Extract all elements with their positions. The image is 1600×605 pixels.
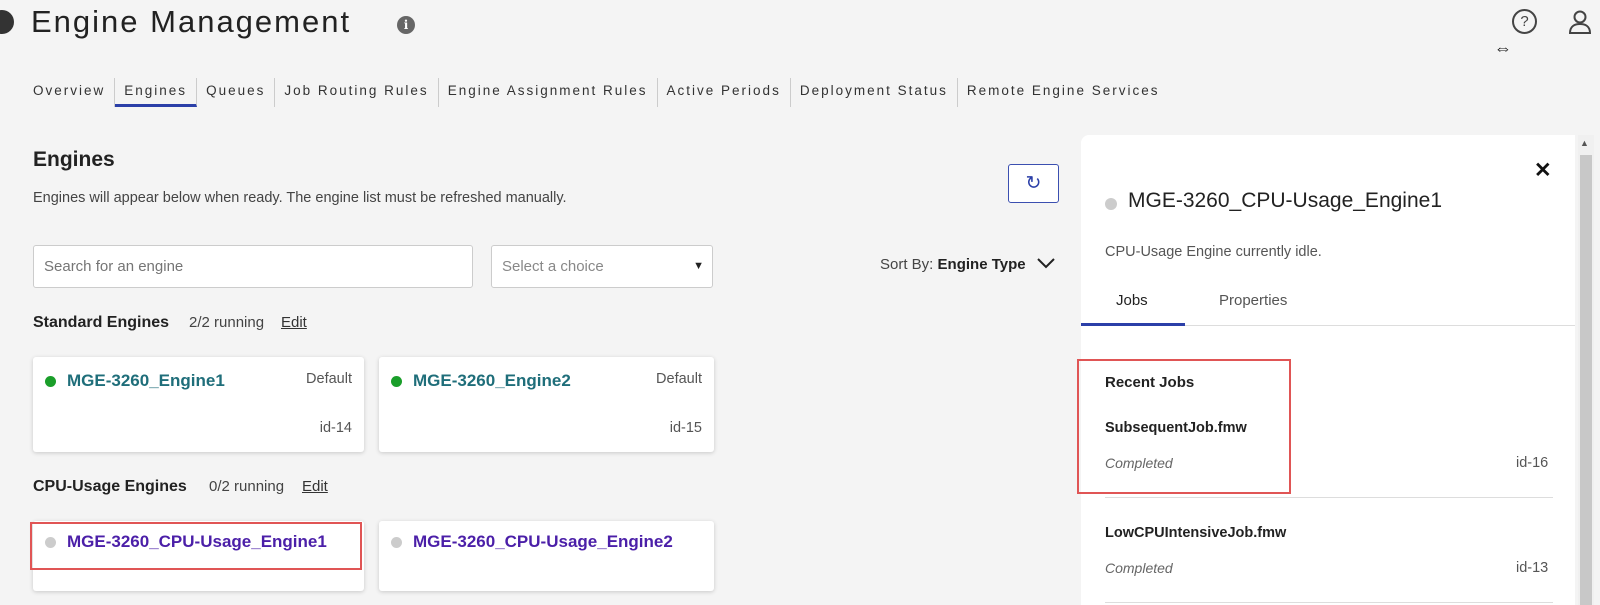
close-icon[interactable]: ✕ [1534,158,1552,183]
page-title: Engine Management [31,4,352,39]
panel-tab-jobs[interactable]: Jobs [1116,292,1148,309]
select-placeholder: Select a choice [502,258,604,275]
status-idle-icon [391,537,402,548]
job-id: id-16 [1516,455,1549,471]
standard-engines-edit-link[interactable]: Edit [281,314,307,331]
highlight-box [1077,359,1291,494]
tab-remote-engine-services[interactable]: Remote Engine Services [958,78,1169,107]
job-name[interactable]: LowCPUIntensiveJob.fmw [1105,525,1286,541]
info-icon[interactable]: i [397,16,415,34]
cpu-engines-edit-link[interactable]: Edit [302,478,328,495]
scroll-up-icon[interactable]: ▲ [1580,138,1589,148]
status-running-icon [45,376,56,387]
engine-tag: Default [306,371,352,387]
engine-card-mge-3260-engine2[interactable]: MGE-3260_Engine2 Default id-15 [379,357,714,452]
help-icon[interactable]: ? [1512,9,1537,34]
user-icon[interactable] [1567,9,1593,35]
status-idle-icon [1105,198,1117,210]
caret-down-icon: ▼ [693,260,704,272]
back-button[interactable] [0,10,14,34]
tab-active-periods[interactable]: Active Periods [658,78,791,107]
sort-value: Engine Type [937,256,1026,273]
standard-engines-heading: Standard Engines [33,314,170,331]
divider [1105,602,1553,603]
engine-id: id-15 [669,420,702,436]
active-tab-indicator [1081,323,1185,326]
refresh-button[interactable]: ↻ [1008,164,1059,203]
tab-engines[interactable]: Engines [115,78,198,107]
tab-queues[interactable]: Queues [197,78,276,107]
panel-tab-properties[interactable]: Properties [1219,292,1287,309]
standard-engines-count: 2/2 running [189,314,265,331]
job-id: id-13 [1516,560,1549,576]
tab-deployment-status[interactable]: Deployment Status [791,78,958,107]
section-subtitle: Engines will appear below when ready. Th… [33,190,567,206]
filter-select[interactable]: Select a choice ▼ [491,245,713,288]
tab-overview[interactable]: Overview [24,78,116,107]
tab-job-routing-rules[interactable]: Job Routing Rules [275,78,439,107]
divider [1105,497,1553,498]
cpu-engines-count: 0/2 running [209,478,285,495]
panel-description: CPU-Usage Engine currently idle. [1105,244,1322,260]
sort-by-control[interactable]: Sort By: Engine Type [880,256,1026,273]
engine-id: id-14 [319,420,352,436]
main-tabs: Overview Engines Queues Job Routing Rule… [24,78,1168,110]
resize-cursor-icon: ⇔ [1494,38,1512,58]
engine-card-mge-3260-engine1[interactable]: MGE-3260_Engine1 Default id-14 [33,357,364,452]
search-input[interactable] [33,245,473,288]
job-status: Completed [1105,560,1173,576]
engine-tag: Default [656,371,702,387]
status-running-icon [391,376,402,387]
sort-label: Sort By: [880,256,934,273]
scrollbar-thumb[interactable] [1580,155,1592,605]
highlight-box [30,522,362,570]
engine-name[interactable]: MGE-3260_CPU-Usage_Engine2 [413,532,673,552]
cpu-engines-heading: CPU-Usage Engines [33,478,187,495]
engine-name[interactable]: MGE-3260_Engine2 [413,371,571,391]
engine-name[interactable]: MGE-3260_Engine1 [67,371,225,391]
tab-engine-assignment-rules[interactable]: Engine Assignment Rules [439,78,658,107]
section-title: Engines [33,148,115,171]
engine-card-mge-3260-cpu-usage-engine2[interactable]: MGE-3260_CPU-Usage_Engine2 [379,521,714,591]
chevron-down-icon[interactable] [1036,255,1056,271]
panel-title: MGE-3260_CPU-Usage_Engine1 [1128,189,1443,212]
refresh-icon: ↻ [1025,173,1042,194]
